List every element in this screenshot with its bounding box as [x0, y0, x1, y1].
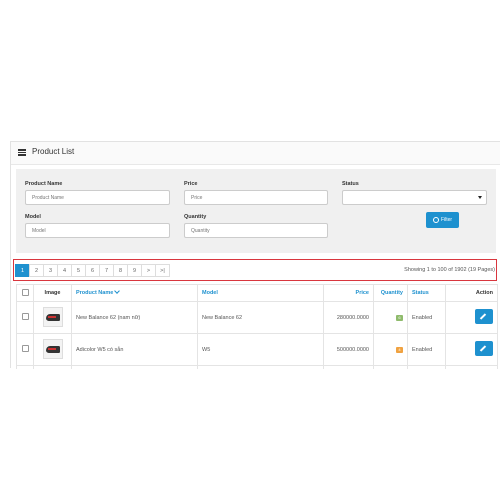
quantity-input[interactable]	[184, 223, 328, 238]
quantity-cell: 6	[373, 301, 408, 334]
price-label: Price	[184, 181, 198, 187]
panel-header: Product List	[11, 142, 500, 165]
page-9[interactable]: 9	[127, 264, 142, 277]
product-name-header[interactable]: Product Name	[71, 284, 198, 302]
select-all-cell	[16, 284, 34, 302]
table-row: New Balance 62 (nam nữ) New Balance 62 2…	[16, 301, 498, 334]
row-select-cell	[16, 301, 34, 334]
page-2[interactable]: 2	[29, 264, 44, 277]
table-row: Adicolor W5 có sẵn W5 500000.0000 4 Enab…	[16, 333, 498, 366]
price-header[interactable]: Price	[323, 284, 374, 302]
product-thumbnail	[42, 306, 63, 327]
page-3[interactable]: 3	[43, 264, 58, 277]
page-8[interactable]: 8	[113, 264, 128, 277]
product-name-label: Product Name	[25, 181, 63, 187]
image-cell	[33, 333, 72, 366]
shoe-icon	[45, 345, 60, 353]
caret-down-icon	[478, 196, 482, 199]
action-header: Action	[445, 284, 498, 302]
status-cell: Enabled	[407, 301, 446, 334]
shoe-icon	[45, 313, 60, 321]
page-last[interactable]: >|	[155, 264, 170, 277]
select-all-checkbox[interactable]	[21, 288, 29, 296]
image-header: Image	[33, 284, 72, 302]
page-1[interactable]: 1	[15, 264, 30, 277]
row-checkbox[interactable]	[21, 313, 29, 320]
status-select[interactable]	[342, 190, 487, 205]
model-cell: New Balance 62	[197, 301, 324, 334]
product-name-cell: New Balance 62 (nam nữ)	[71, 301, 198, 334]
quantity-label: Quantity	[184, 214, 207, 220]
price-cell: 500000.0000	[323, 333, 374, 366]
pagination-summary: Showing 1 to 100 of 1902 (19 Pages)	[404, 267, 495, 273]
filter-panel	[16, 169, 496, 253]
status-cell: Enabled	[407, 333, 446, 366]
list-icon	[18, 149, 26, 156]
page-4[interactable]: 4	[57, 264, 72, 277]
page-next[interactable]: >	[141, 264, 156, 277]
product-thumbnail	[42, 338, 63, 359]
search-icon	[432, 217, 439, 223]
page-6[interactable]: 6	[85, 264, 100, 277]
model-input[interactable]	[25, 223, 170, 238]
image-cell	[33, 301, 72, 334]
price-input[interactable]	[184, 190, 328, 205]
model-header[interactable]: Model	[197, 284, 324, 302]
price-cell: 280000.0000	[323, 301, 374, 334]
model-cell: W5	[197, 333, 324, 366]
filter-button[interactable]: Filter	[426, 212, 459, 228]
page-7[interactable]: 7	[99, 264, 114, 277]
status-header[interactable]: Status	[407, 284, 446, 302]
product-table: Image Product Name Model Price Quantity …	[16, 284, 498, 369]
product-name-cell: Adicolor W5 có sẵn	[71, 333, 198, 366]
table-row	[16, 365, 498, 369]
quantity-badge: 6	[396, 314, 403, 321]
quantity-badge: 4	[396, 346, 403, 353]
page-5[interactable]: 5	[71, 264, 86, 277]
quantity-cell: 4	[373, 333, 408, 366]
pagination: 1 2 3 4 5 6 7 8 9 > >|	[15, 264, 170, 277]
status-label: Status	[342, 181, 359, 187]
sort-down-icon	[114, 288, 121, 294]
action-cell	[445, 333, 498, 366]
pencil-icon	[479, 313, 487, 320]
product-name-input[interactable]	[25, 190, 170, 205]
row-checkbox[interactable]	[21, 345, 29, 352]
row-select-cell	[16, 333, 34, 366]
model-label: Model	[25, 214, 41, 220]
pencil-icon	[479, 345, 487, 352]
quantity-header[interactable]: Quantity	[373, 284, 408, 302]
edit-button[interactable]	[475, 341, 493, 356]
edit-button[interactable]	[475, 309, 493, 324]
panel-title: Product List	[32, 147, 75, 156]
table-header-row: Image Product Name Model Price Quantity …	[16, 284, 498, 302]
action-cell	[445, 301, 498, 334]
